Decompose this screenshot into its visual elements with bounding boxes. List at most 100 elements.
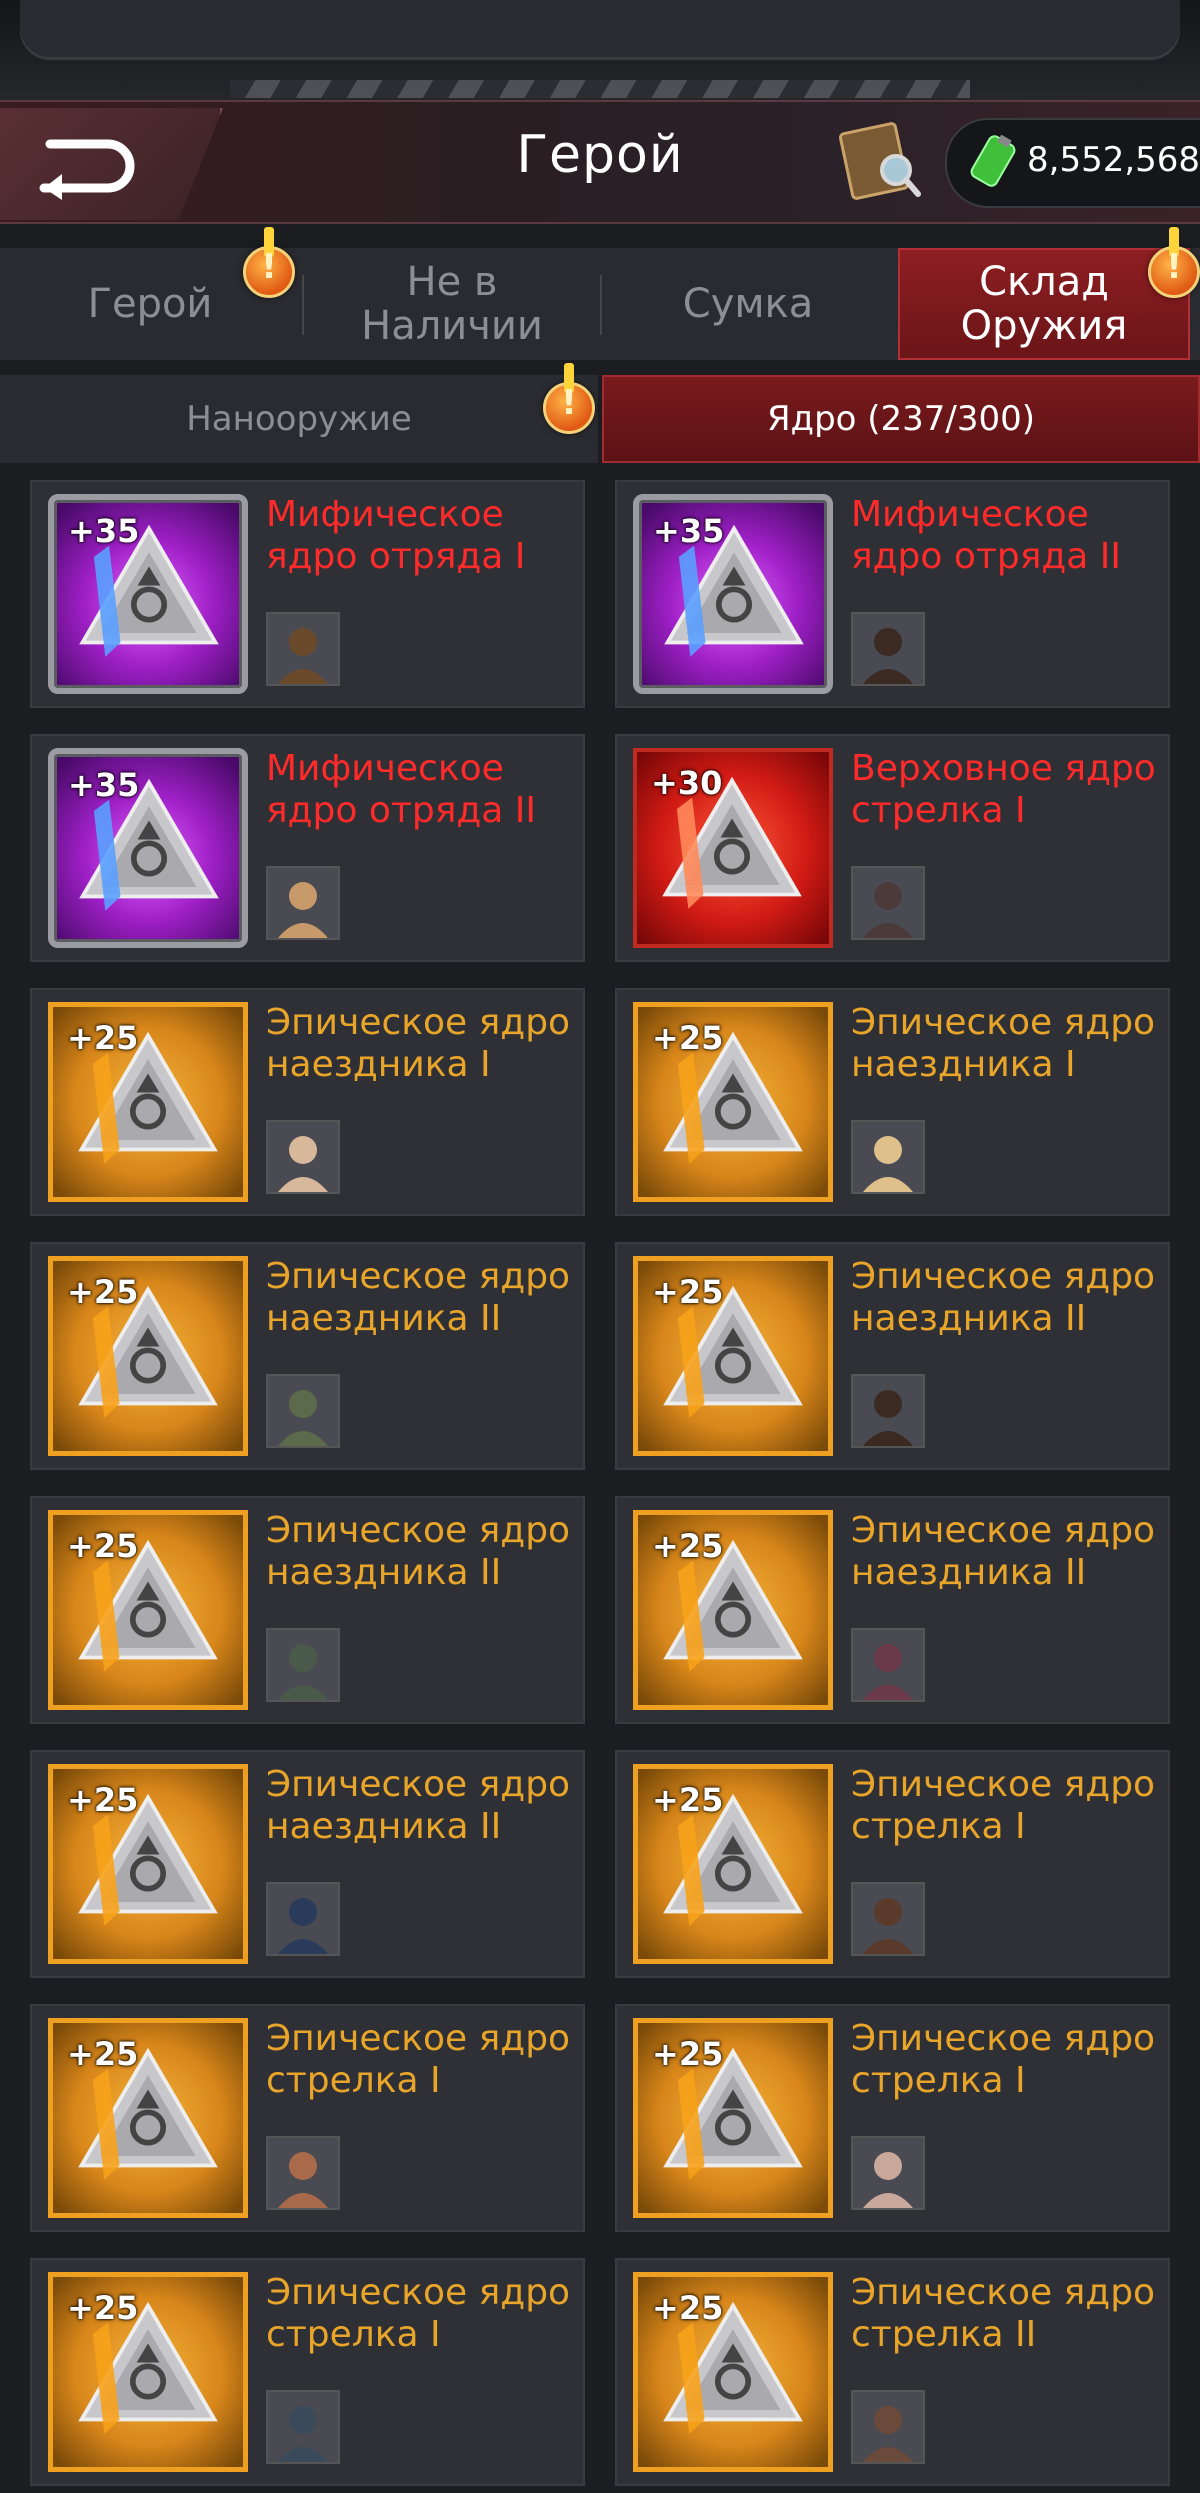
item-level: +25 — [652, 1019, 724, 1057]
core-item-icon: +35 — [633, 494, 833, 694]
hero-portrait-avatar[interactable] — [851, 612, 925, 686]
hero-portrait-avatar[interactable] — [266, 2390, 340, 2464]
subtab-core[interactable]: Ядро (237/300) — [602, 375, 1200, 463]
item-level: +25 — [67, 2035, 139, 2073]
core-item-icon: +25 — [48, 2272, 248, 2472]
core-item-card[interactable]: +25 Эпическое ядро наездника II — [30, 1750, 585, 1978]
item-level: +30 — [651, 764, 723, 802]
item-name: Эпическое ядро наездника II — [266, 1764, 571, 1847]
core-item-icon: +25 — [633, 1256, 833, 1456]
item-level: +25 — [67, 2289, 139, 2327]
item-name: Эпическое ядро стрелка I — [266, 2018, 571, 2101]
item-name: Мифическое ядро отряда II — [266, 748, 536, 831]
tab-weapon-storage[interactable]: Склад Оружия — [898, 248, 1190, 360]
item-level: +25 — [67, 1781, 139, 1819]
hero-portrait-avatar[interactable] — [266, 1374, 340, 1448]
hero-portrait-avatar[interactable] — [851, 1374, 925, 1448]
tab-out-of-stock[interactable]: Не в Наличии — [304, 248, 600, 360]
hero-portrait-avatar[interactable] — [851, 1882, 925, 1956]
item-level: +35 — [653, 512, 725, 550]
core-item-card[interactable]: +25 Эпическое ядро стрелка I — [30, 2258, 585, 2486]
item-level: +25 — [652, 1273, 724, 1311]
hero-portrait-avatar[interactable] — [851, 2136, 925, 2210]
core-item-icon: +25 — [633, 1002, 833, 1202]
core-item-card[interactable]: +25 Эпическое ядро стрелка I — [615, 1750, 1170, 1978]
alert-badge-icon — [243, 227, 295, 298]
item-name: Эпическое ядро стрелка I — [851, 1764, 1156, 1847]
alert-badge-icon — [543, 363, 595, 434]
item-level: +25 — [652, 1781, 724, 1819]
item-name: Эпическое ядро стрелка I — [266, 2272, 571, 2355]
core-item-card[interactable]: +25 Эпическое ядро стрелка I — [30, 2004, 585, 2232]
item-name: Верховное ядро стрелка I — [851, 748, 1156, 831]
item-level: +25 — [67, 1019, 139, 1057]
tab-out-of-stock-label: Не в Наличии — [361, 259, 543, 349]
alert-badge-icon — [1148, 227, 1200, 298]
hero-portrait-avatar[interactable] — [851, 866, 925, 940]
hero-portrait-avatar[interactable] — [266, 1628, 340, 1702]
core-item-icon: +25 — [48, 1256, 248, 1456]
core-item-card[interactable]: +35 Мифическое ядро отряда II — [615, 480, 1170, 708]
item-level: +25 — [652, 2035, 724, 2073]
item-name: Эпическое ядро наездника I — [851, 1002, 1156, 1085]
core-item-card[interactable]: +25 Эпическое ядро наездника II — [30, 1242, 585, 1470]
item-level: +25 — [67, 1527, 139, 1565]
book-search-icon[interactable] — [838, 118, 924, 204]
tab-bag[interactable]: Сумка — [602, 248, 894, 360]
top-frame — [0, 0, 1200, 100]
item-name: Мифическое ядро отряда I — [266, 494, 526, 577]
core-item-icon: +25 — [633, 1764, 833, 1964]
core-item-card[interactable]: +25 Эпическое ядро стрелка I — [615, 2004, 1170, 2232]
top-frame-panel — [20, 0, 1180, 60]
tab-hero-label: Герой — [87, 281, 213, 327]
hero-portrait-avatar[interactable] — [851, 1628, 925, 1702]
hazard-stripes — [230, 80, 970, 98]
core-item-card[interactable]: +25 Эпическое ядро наездника I — [615, 988, 1170, 1216]
core-item-grid: +35 Мифическое ядро отряда I +35 Мифическо… — [30, 480, 1170, 2486]
subtab-nanoweapon[interactable]: Нанооружие — [0, 375, 598, 463]
tab-bag-label: Сумка — [682, 281, 814, 327]
core-item-card[interactable]: +25 Эпическое ядро наездника I — [30, 988, 585, 1216]
core-item-icon: +25 — [48, 1510, 248, 1710]
tab-weapon-storage-label: Склад Оружия — [960, 259, 1128, 349]
hero-portrait-avatar[interactable] — [851, 1120, 925, 1194]
item-name: Эпическое ядро наездника II — [851, 1256, 1156, 1339]
item-name: Эпическое ядро наездника II — [851, 1510, 1156, 1593]
core-item-icon: +25 — [633, 1510, 833, 1710]
item-level: +35 — [68, 512, 140, 550]
hero-portrait-avatar[interactable] — [266, 1882, 340, 1956]
core-item-icon: +25 — [633, 2272, 833, 2472]
hero-portrait-avatar[interactable] — [266, 612, 340, 686]
core-item-card[interactable]: +25 Эпическое ядро наездника II — [615, 1242, 1170, 1470]
subtab-nanoweapon-label: Нанооружие — [186, 399, 412, 439]
item-name: Мифическое ядро отряда II — [851, 494, 1121, 577]
core-item-card[interactable]: +25 Эпическое ядро стрелка II — [615, 2258, 1170, 2486]
core-item-icon: +25 — [48, 1764, 248, 1964]
item-level: +35 — [68, 766, 140, 804]
core-item-icon: +25 — [48, 2018, 248, 2218]
subtab-core-label: Ядро (237/300) — [766, 399, 1036, 439]
energy-cell-icon — [970, 134, 1016, 187]
hero-portrait-avatar[interactable] — [266, 1120, 340, 1194]
core-item-icon: +35 — [48, 748, 248, 948]
core-item-card[interactable]: +35 Мифическое ядро отряда I — [30, 480, 585, 708]
item-name: Эпическое ядро стрелка II — [851, 2272, 1156, 2355]
item-name: Эпическое ядро стрелка I — [851, 2018, 1156, 2101]
hero-portrait-avatar[interactable] — [266, 2136, 340, 2210]
currency-value: 8,552,568 — [1027, 140, 1200, 180]
hero-portrait-avatar[interactable] — [851, 2390, 925, 2464]
core-item-card[interactable]: +30 Верховное ядро стрелка I — [615, 734, 1170, 962]
core-item-icon: +35 — [48, 494, 248, 694]
item-level: +25 — [67, 1273, 139, 1311]
hero-portrait-avatar[interactable] — [266, 866, 340, 940]
core-item-icon: +25 — [633, 2018, 833, 2218]
core-item-card[interactable]: +25 Эпическое ядро наездника II — [30, 1496, 585, 1724]
item-level: +25 — [652, 2289, 724, 2327]
currency-display: 8,552,568 — [945, 118, 1200, 208]
core-item-icon: +25 — [48, 1002, 248, 1202]
core-item-card[interactable]: +25 Эпическое ядро наездника II — [615, 1496, 1170, 1724]
item-name: Эпическое ядро наездника II — [266, 1256, 571, 1339]
core-item-card[interactable]: +35 Мифическое ядро отряда II — [30, 734, 585, 962]
item-name: Эпическое ядро наездника II — [266, 1510, 571, 1593]
core-item-icon: +30 — [633, 748, 833, 948]
